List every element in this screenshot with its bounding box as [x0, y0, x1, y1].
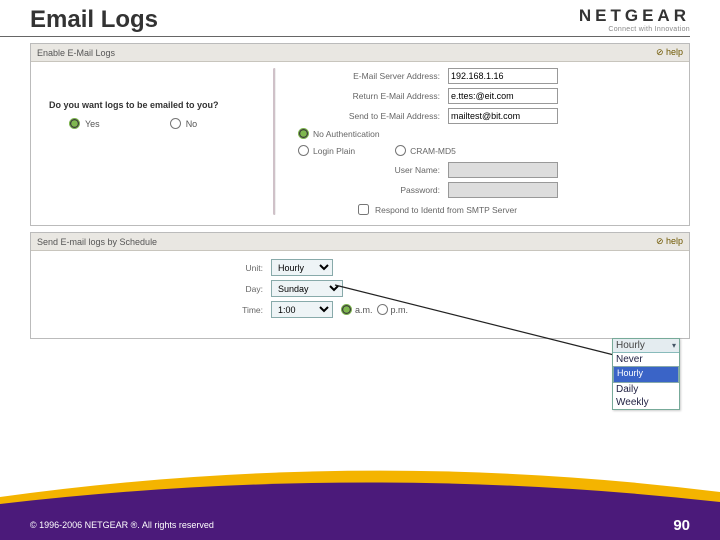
unit-dropdown-current-text: Hourly	[616, 340, 645, 351]
unit-dropdown-popout: Hourly ▾ Never Hourly Daily Weekly	[612, 338, 680, 410]
chevron-down-icon: ▾	[672, 341, 676, 350]
unit-dropdown-current[interactable]: Hourly ▾	[613, 339, 679, 353]
unit-option-hourly[interactable]: Hourly	[613, 366, 679, 383]
footer-bar: © 1996-2006 NETGEAR ®. All rights reserv…	[0, 510, 720, 540]
unit-option-weekly[interactable]: Weekly	[613, 396, 679, 409]
page-number: 90	[673, 517, 690, 534]
unit-option-daily[interactable]: Daily	[613, 383, 679, 396]
copyright-text: © 1996-2006 NETGEAR ®. All rights reserv…	[30, 520, 214, 530]
unit-option-never[interactable]: Never	[613, 353, 679, 366]
callout-line	[0, 0, 720, 540]
